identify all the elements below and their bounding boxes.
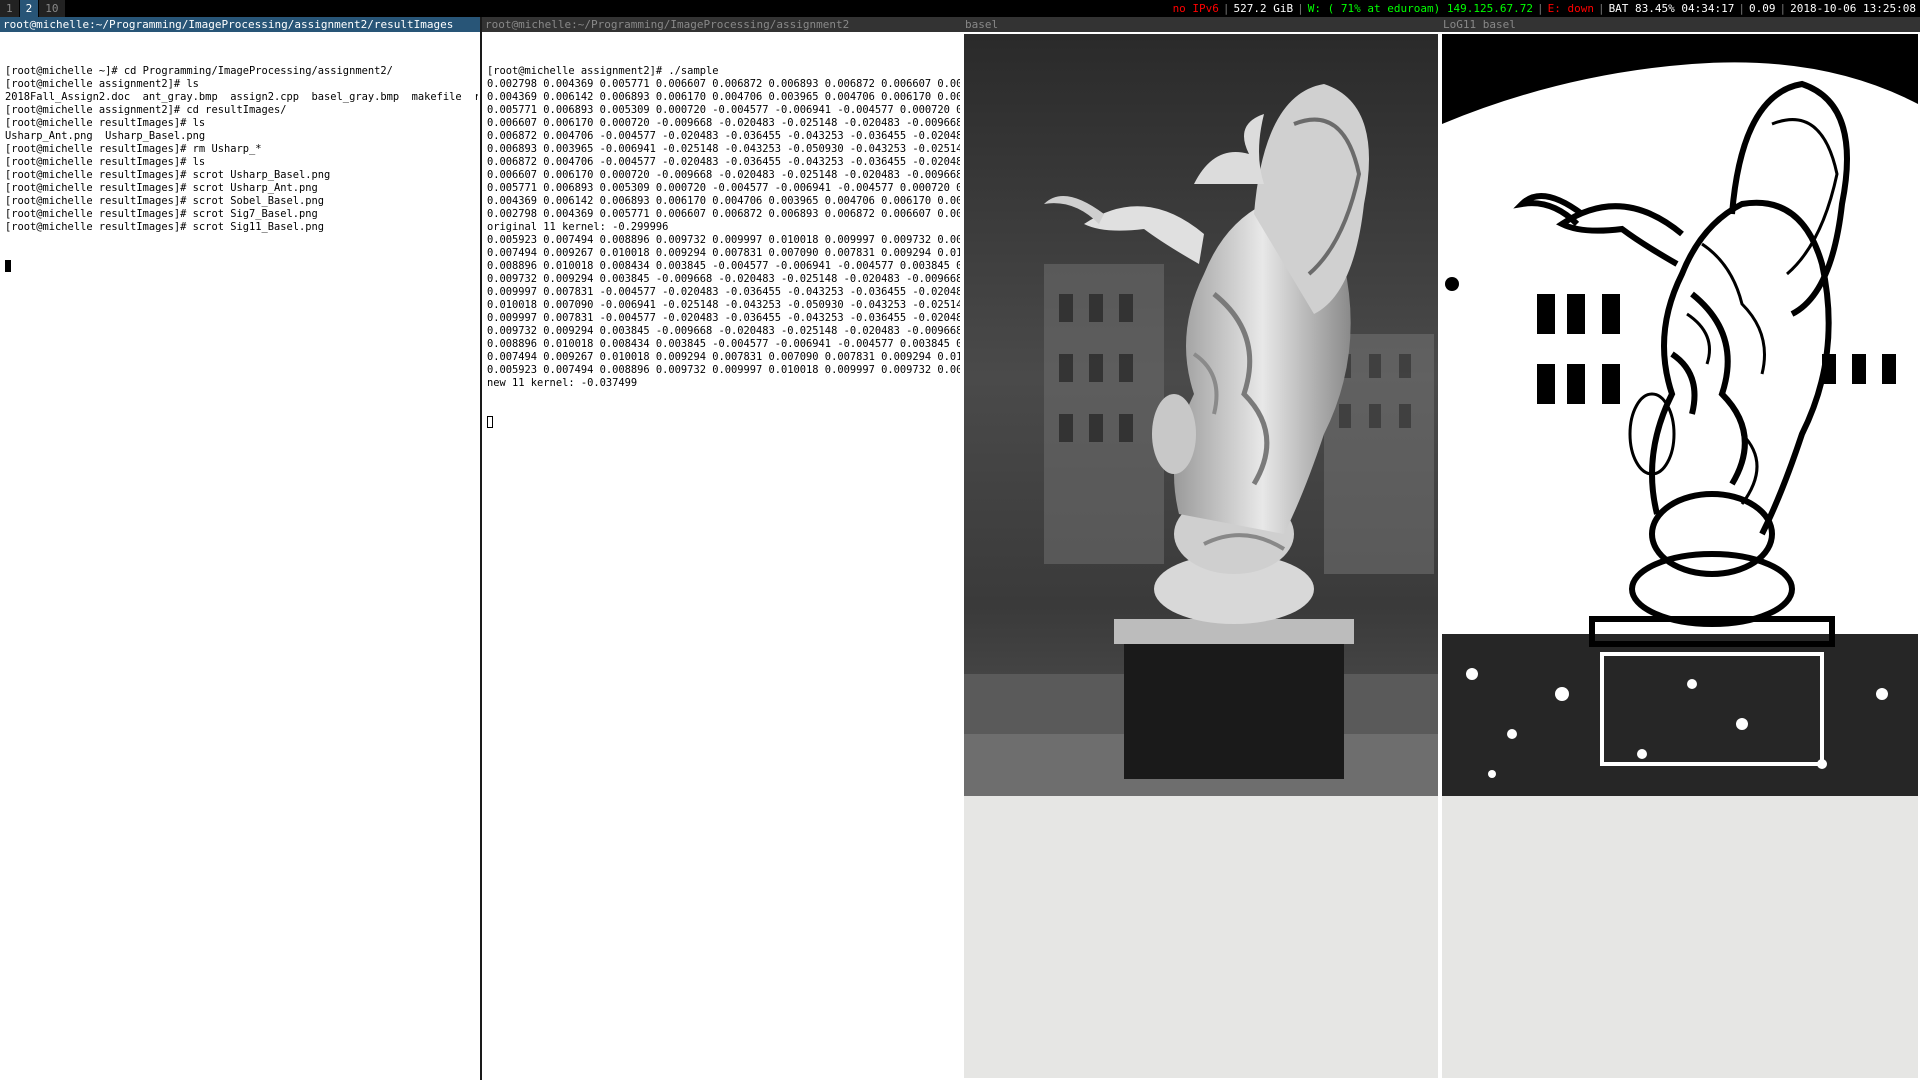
terminal-line: 0.006607 0.006170 0.000720 -0.009668 -0.… xyxy=(487,169,960,181)
terminal-line: new 11 kernel: -0.037499 xyxy=(487,377,638,389)
terminal-line: 0.006872 0.004706 -0.004577 -0.020483 -0… xyxy=(487,130,960,142)
terminal-line: [root@michelle assignment2]# cd resultIm… xyxy=(5,104,287,116)
terminal-line: 0.009997 0.007831 -0.004577 -0.020483 -0… xyxy=(487,286,960,298)
terminal-line: 0.006872 0.004706 -0.004577 -0.020483 -0… xyxy=(487,156,960,168)
window-title: LoG11 basel xyxy=(1440,17,1920,32)
terminal-line: 0.008896 0.010018 0.008434 0.003845 -0.0… xyxy=(487,338,960,350)
terminal-window-assignment2[interactable]: root@michelle:~/Programming/ImageProcess… xyxy=(482,17,962,1080)
terminal-line: [root@michelle resultImages]# ls xyxy=(5,117,206,129)
window-title: root@michelle:~/Programming/ImageProcess… xyxy=(482,17,962,32)
text-cursor xyxy=(5,260,11,272)
terminal-line: [root@michelle resultImages]# scrot Sig7… xyxy=(5,208,318,220)
terminal-window-resultimages[interactable]: root@michelle:~/Programming/ImageProcess… xyxy=(0,17,480,1080)
terminal-line: [root@michelle ~]# cd Programming/ImageP… xyxy=(5,65,393,77)
terminal-line: 0.002798 0.004369 0.005771 0.006607 0.00… xyxy=(487,78,960,90)
status-ethernet: E: down xyxy=(1547,2,1594,15)
terminal-line: 0.005771 0.006893 0.005309 0.000720 -0.0… xyxy=(487,182,960,194)
terminal-line: 0.005923 0.007494 0.008896 0.009732 0.00… xyxy=(487,234,960,246)
terminal-line: 2018Fall_Assign2.doc ant_gray.bmp assign… xyxy=(5,91,478,103)
terminal-line: 0.007494 0.009267 0.010018 0.009294 0.00… xyxy=(487,351,960,363)
terminal-line: 0.005771 0.006893 0.005309 0.000720 -0.0… xyxy=(487,104,960,116)
terminal-output[interactable]: [root@michelle ~]# cd Programming/ImageP… xyxy=(2,34,478,1078)
terminal-line: [root@michelle assignment2]# ./sample xyxy=(487,65,719,77)
terminal-line: 0.010018 0.007090 -0.006941 -0.025148 -0… xyxy=(487,299,960,311)
workspace-2-button[interactable]: 2 xyxy=(19,0,39,17)
terminal-line: [root@michelle resultImages]# scrot Sig1… xyxy=(5,221,325,233)
terminal-line: 0.006607 0.006170 0.000720 -0.009668 -0.… xyxy=(487,117,960,129)
status-disk: 527.2 GiB xyxy=(1233,2,1294,15)
text-cursor xyxy=(487,416,493,428)
terminal-line: [root@michelle resultImages]# scrot Usha… xyxy=(5,169,331,181)
terminal-line: 0.005923 0.007494 0.008896 0.009732 0.00… xyxy=(487,364,960,376)
status-clock: 2018-10-06 13:25:08 xyxy=(1790,2,1916,15)
image-canvas[interactable] xyxy=(1442,34,1918,1078)
terminal-line: 0.004369 0.006142 0.006893 0.006170 0.00… xyxy=(487,91,960,103)
terminal-line: [root@michelle assignment2]# ls xyxy=(5,78,199,90)
image-canvas[interactable] xyxy=(964,34,1438,1078)
image-viewer-window-log11-basel[interactable]: LoG11 basel xyxy=(1440,17,1920,1080)
terminal-line: Usharp_Ant.png Usharp_Basel.png xyxy=(5,130,206,142)
terminal-line: 0.004369 0.006142 0.006893 0.006170 0.00… xyxy=(487,195,960,207)
terminal-line: 0.008896 0.010018 0.008434 0.003845 -0.0… xyxy=(487,260,960,272)
log11-edge-image xyxy=(1442,34,1918,796)
terminal-prompt-line[interactable] xyxy=(487,416,957,429)
status-blocks: no IPv6 | 527.2 GiB | W: ( 71% at eduroam)… xyxy=(1172,2,1916,15)
terminal-line: [root@michelle resultImages]# scrot Usha… xyxy=(5,182,318,194)
workspace-10-button[interactable]: 10 xyxy=(39,0,65,17)
terminal-line: 0.007494 0.009267 0.010018 0.009294 0.00… xyxy=(487,247,960,259)
terminal-line: 0.009997 0.007831 -0.004577 -0.020483 -0… xyxy=(487,312,960,324)
terminal-line: [root@michelle resultImages]# scrot Sobe… xyxy=(5,195,325,207)
window-title: basel xyxy=(962,17,1440,32)
terminal-line: 0.009732 0.009294 0.003845 -0.009668 -0.… xyxy=(487,273,960,285)
terminal-line: 0.002798 0.004369 0.005771 0.006607 0.00… xyxy=(487,208,960,220)
terminal-lines: [root@michelle ~]# cd Programming/ImageP… xyxy=(5,65,478,234)
terminal-line: [root@michelle resultImages]# ls xyxy=(5,156,206,168)
terminal-output[interactable]: [root@michelle assignment2]# ./sample 0.0… xyxy=(484,34,960,1078)
window-title: root@michelle:~/Programming/ImageProcess… xyxy=(0,17,480,32)
terminal-line: 0.009732 0.009294 0.003845 -0.009668 -0.… xyxy=(487,325,960,337)
terminal-line: 0.006893 0.003965 -0.006941 -0.025148 -0… xyxy=(487,143,960,155)
workspace-1-button[interactable]: 1 xyxy=(0,0,19,17)
status-load: 0.09 xyxy=(1749,2,1776,15)
terminal-line: [root@michelle resultImages]# rm Usharp_… xyxy=(5,143,262,155)
terminal-line: original 11 kernel: -0.299996 xyxy=(487,221,669,233)
basel-grayscale-image xyxy=(964,34,1438,796)
status-wifi: W: ( 71% at eduroam) 149.125.67.72 xyxy=(1307,2,1533,15)
terminal-prompt-line[interactable] xyxy=(5,260,475,273)
status-ipv6: no IPv6 xyxy=(1172,2,1219,15)
status-battery: BAT 83.45% 04:34:17 xyxy=(1608,2,1735,15)
i3-status-bar: 1 2 10 no IPv6 | 527.2 GiB | W: ( 71% at e… xyxy=(0,0,1920,17)
terminal-lines: [root@michelle assignment2]# ./sample 0.0… xyxy=(487,65,960,390)
image-viewer-window-basel[interactable]: basel xyxy=(962,17,1440,1080)
